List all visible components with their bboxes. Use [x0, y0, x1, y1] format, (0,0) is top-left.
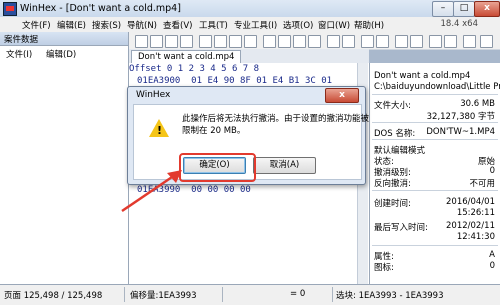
menu-navigate[interactable]: 导航(N): [127, 19, 157, 31]
info-size-label: 文件大小:: [374, 101, 411, 111]
replace-icon[interactable]: [327, 35, 340, 48]
tab-file[interactable]: Don't want a cold.mp4: [131, 50, 242, 63]
cancel-button[interactable]: 取消(A): [253, 157, 316, 174]
info-undo-level-value: 0: [489, 166, 495, 176]
properties-icon[interactable]: [199, 35, 212, 48]
info-created-date: 2016/04/01: [446, 197, 495, 207]
cut-icon[interactable]: [229, 35, 242, 48]
minimize-button[interactable]: –: [432, 1, 454, 17]
calculator-icon[interactable]: [429, 35, 442, 48]
menu-bar: 文件(F) 编辑(E) 搜索(S) 导航(N) 查看(V) 工具(T) 专业工具…: [0, 17, 500, 33]
menu-view[interactable]: 查看(V): [163, 19, 192, 31]
hash-icon[interactable]: [444, 35, 457, 48]
menu-window[interactable]: 窗口(W): [318, 19, 350, 31]
info-file-name: Don't want a cold.mp4: [374, 71, 471, 81]
binoculars-icon[interactable]: [361, 35, 374, 48]
info-dos-label: DOS 名称:: [374, 129, 416, 139]
copy-icon[interactable]: [244, 35, 257, 48]
find-icon[interactable]: [293, 35, 306, 48]
dialog-message-line2: 限制在 20 MB。: [182, 126, 246, 136]
find-hex-icon[interactable]: [308, 35, 321, 48]
file-tab-strip: Don't want a cold.mp4: [129, 49, 369, 64]
dialog-close-button[interactable]: x: [325, 88, 359, 103]
info-modified-date: 2012/02/11: [446, 221, 495, 231]
status-offset: 偏移量:1EA3993: [130, 291, 197, 301]
menu-file[interactable]: 文件(F): [22, 19, 51, 31]
undo-icon[interactable]: [214, 35, 227, 48]
status-eq: = 0: [290, 289, 306, 299]
save-icon[interactable]: [165, 35, 178, 48]
print-icon[interactable]: [180, 35, 193, 48]
window-title: WinHex - [Don't want a cold.mp4]: [20, 3, 181, 14]
toolbar: [129, 32, 500, 50]
search-next-icon[interactable]: [376, 35, 389, 48]
paste-icon[interactable]: [263, 35, 276, 48]
info-undo-reverse-value: 不可用: [469, 179, 495, 189]
status-bar: 页面 125,498 / 125,498 偏移量:1EA3993 = 0 选块:…: [0, 284, 500, 305]
info-path: C:\baiduyundownload\Little Prin: [374, 82, 500, 92]
dialog-message-line1: 此操作后将无法执行撤消。由于设置的撤消功能被: [182, 114, 370, 124]
close-button[interactable]: x: [474, 1, 500, 17]
open-file-icon[interactable]: [150, 35, 163, 48]
info-size-mb: 30.6 MB: [460, 99, 495, 109]
info-attr-value: A: [489, 250, 495, 260]
info-undo-reverse-label: 反向撤消:: [374, 179, 411, 189]
info-icon-label: 图标:: [374, 263, 394, 273]
file-info-panel: Don't want a cold.mp4 C:\baiduyundownloa…: [369, 63, 500, 284]
menu-edit[interactable]: 编辑(E): [57, 19, 86, 31]
write-icon[interactable]: [278, 35, 291, 48]
case-data-panel: 案件数据 文件(I) 编辑(D): [0, 32, 129, 284]
red-arrow-icon: [121, 170, 182, 213]
plus-icon[interactable]: [480, 35, 493, 48]
menu-options[interactable]: 选项(O): [283, 19, 313, 31]
info-icon-value: 0: [489, 261, 495, 271]
dialog-title: WinHex: [136, 90, 171, 100]
status-page: 页面 125,498 / 125,498: [4, 291, 103, 301]
version-label: 18.4 x64: [440, 19, 478, 29]
ram-icon[interactable]: [410, 35, 423, 48]
new-file-icon[interactable]: [135, 35, 148, 48]
warning-exclamation: !: [157, 124, 163, 137]
arrow-right-icon[interactable]: [463, 35, 476, 48]
goto-icon[interactable]: [342, 35, 355, 48]
info-dos-value: DON'TW~1.MP4: [426, 127, 495, 137]
menu-search[interactable]: 搜索(S): [92, 19, 121, 31]
winhex-app-icon: [3, 2, 17, 16]
info-created-time: 15:26:11: [456, 208, 495, 218]
case-menu-file[interactable]: 文件(I): [6, 48, 32, 60]
menu-pro-tools[interactable]: 专业工具(I): [234, 19, 277, 31]
hex-column-header: Offset 0 1 2 3 4 5 6 7 8: [129, 64, 260, 74]
hex-row[interactable]: 01EA3900 01 E4 90 8F 01 E4 B1 3C 01: [137, 76, 332, 86]
case-menu-edit[interactable]: 编辑(D): [46, 48, 76, 60]
ok-button-highlight: [179, 153, 256, 182]
menu-help[interactable]: 帮助(H): [354, 19, 384, 31]
info-size-bytes: 32,127,380 字节: [426, 112, 495, 122]
status-selection: 选块: 1EA3993 - 1EA3993: [336, 291, 444, 301]
case-data-header: 案件数据: [0, 32, 128, 46]
disk-icon[interactable]: [395, 35, 408, 48]
menu-tools[interactable]: 工具(T): [199, 19, 228, 31]
title-bar: WinHex - [Don't want a cold.mp4] – □ x: [0, 0, 500, 18]
case-data-title: 案件数据: [4, 35, 39, 45]
info-modified-label: 最后写入时间:: [374, 223, 428, 233]
info-created-label: 创建时间:: [374, 199, 411, 209]
info-modified-time: 12:41:30: [456, 232, 495, 242]
maximize-button[interactable]: □: [453, 1, 475, 17]
